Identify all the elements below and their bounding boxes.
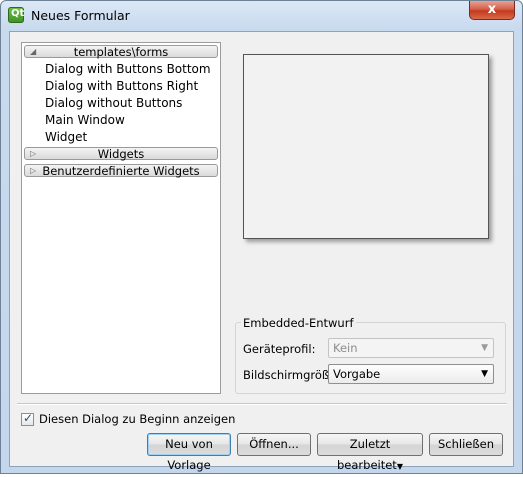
device-profile-select: Kein ▼: [328, 338, 494, 358]
window-close-button[interactable]: x: [469, 1, 515, 20]
template-tree[interactable]: ◢ templates\forms Dialog with Buttons Bo…: [21, 42, 221, 394]
device-profile-label: Geräteprofil:: [243, 342, 316, 356]
template-item-main-window[interactable]: Main Window: [45, 113, 125, 128]
checkmark-icon: ✓: [23, 411, 34, 425]
embedded-design-title: Embedded-Entwurf: [241, 316, 356, 330]
category-widgets[interactable]: ▷ Widgets: [24, 147, 218, 160]
divider: [17, 403, 507, 405]
qt-designer-icon: Qt: [8, 7, 24, 23]
collapsed-arrow-icon: ▷: [30, 149, 37, 158]
category-custom-widgets[interactable]: ▷ Benutzerdefinierte Widgets: [24, 164, 218, 177]
collapsed-arrow-icon: ▷: [30, 166, 37, 175]
template-item-dialog-buttons-right[interactable]: Dialog with Buttons Right: [45, 79, 198, 94]
template-item-widget[interactable]: Widget: [45, 130, 87, 145]
template-preview: [243, 54, 489, 239]
show-on-start-checkbox[interactable]: ✓: [21, 411, 34, 426]
title-bar[interactable]: Qt Neues Formular x: [1, 1, 522, 31]
show-on-start-label[interactable]: Diesen Dialog zu Beginn anzeigen: [39, 412, 235, 426]
expanded-arrow-icon: ◢: [30, 47, 37, 56]
dialog-client-area: ◢ templates\forms Dialog with Buttons Bo…: [9, 31, 514, 472]
recent-files-button[interactable]: Zuletzt bearbeitet▼: [317, 433, 423, 472]
open-button[interactable]: Öffnen...: [237, 433, 311, 456]
template-item-dialog-buttons-bottom[interactable]: Dialog with Buttons Bottom: [45, 62, 211, 77]
template-item-dialog-without-buttons[interactable]: Dialog without Buttons: [45, 96, 182, 111]
chevron-down-icon: ▼: [481, 369, 488, 379]
screen-size-select[interactable]: Vorgabe ▼: [328, 364, 494, 384]
close-button[interactable]: Schließen: [429, 433, 503, 456]
window-title: Neues Formular: [31, 8, 130, 23]
close-icon: x: [487, 2, 497, 17]
new-from-template-button[interactable]: Neu von Vorlage: [147, 433, 231, 472]
category-templates-forms[interactable]: ◢ templates\forms: [24, 45, 218, 58]
chevron-down-icon: ▼: [481, 343, 488, 353]
screen-size-label: Bildschirmgröße:: [243, 368, 341, 382]
dialog-window: Qt Neues Formular x ◢ templates\forms Di…: [0, 0, 523, 474]
dropdown-arrow-icon: ▼: [396, 462, 403, 471]
